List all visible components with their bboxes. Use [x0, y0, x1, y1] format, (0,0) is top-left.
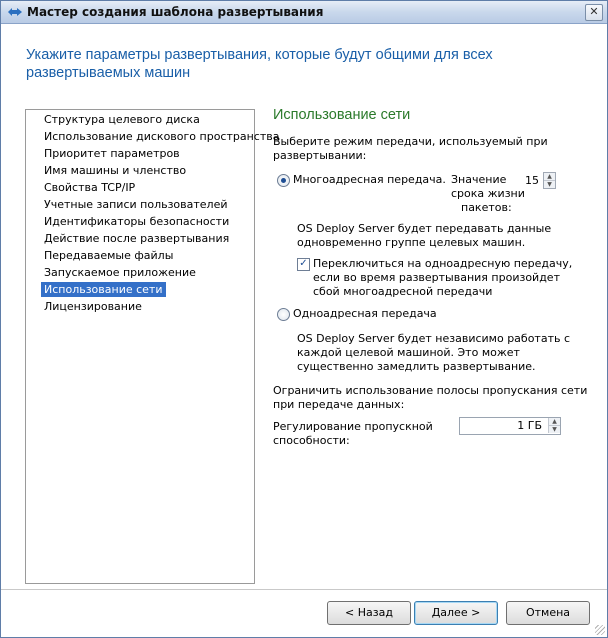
sidebar: Структура целевого диска Использование ди… [25, 109, 279, 584]
bandwidth-label: Регулирование пропускной [273, 420, 433, 433]
page-header: Укажите параметры развертывания, которые… [26, 47, 493, 81]
sidebar-item[interactable]: Лицензирование [41, 299, 145, 314]
next-button[interactable]: Далее > [414, 601, 498, 625]
mode-prompt: Выберите режим передачи, используемый пр… [273, 135, 548, 148]
bandwidth-label-2: способности: [273, 434, 350, 447]
wizard-window: Мастер создания шаблона развертывания ✕ … [0, 0, 608, 638]
sidebar-item[interactable]: Учетные записи пользователей [41, 197, 231, 212]
ttl-label: Значение [451, 173, 507, 186]
app-icon [8, 8, 22, 16]
fallback-label[interactable]: Переключиться на одноадресную передачу, [313, 257, 572, 271]
sidebar-item[interactable]: Имя машины и членство [41, 163, 189, 178]
sidebar-item[interactable]: Использование сети [41, 282, 166, 297]
sidebar-item[interactable]: Идентификаторы безопасности [41, 214, 232, 229]
fallback-label-3: сбой многоадресной передачи [313, 285, 493, 298]
ttl-label-3: пакетов: [461, 201, 512, 214]
footer-divider [1, 589, 607, 590]
multicast-description-cont: одновременно группе целевых машин. [297, 236, 526, 249]
unicast-label[interactable]: Одноадресная передача [293, 307, 437, 321]
sidebar-item[interactable]: Приоритет параметров [41, 146, 183, 161]
multicast-label[interactable]: Многоадресная передача. [293, 173, 446, 187]
ttl-value[interactable]: 15 [521, 174, 539, 187]
stepper-up-icon[interactable]: ▲ [544, 173, 555, 181]
multicast-radio[interactable] [277, 174, 290, 187]
bandwidth-value[interactable]: 1 ГБ [517, 419, 542, 432]
sidebar-item[interactable]: Свойства TCP/IP [41, 180, 138, 195]
stepper-up-icon[interactable]: ▲ [549, 418, 560, 426]
unicast-description-3: существенно замедлить развертывание. [297, 360, 536, 373]
multicast-description: OS Deploy Server будет передавать данные [297, 222, 552, 235]
cancel-button[interactable]: Отмена [506, 601, 590, 625]
stepper-down-icon[interactable]: ▼ [549, 426, 560, 433]
resize-grip-icon[interactable] [595, 625, 605, 635]
fallback-label-2: если во время развертывания произойдет [313, 271, 560, 284]
ttl-label-2: срока жизни [451, 187, 525, 200]
mode-prompt-cont: развертывании: [273, 149, 367, 162]
bandwidth-stepper[interactable]: 1 ГБ ▲ ▼ [459, 417, 561, 435]
window-title: Мастер создания шаблона развертывания [27, 5, 324, 19]
sidebar-item[interactable]: Действие после развертывания [41, 231, 232, 246]
ttl-stepper[interactable]: ▲ ▼ [543, 172, 556, 189]
unicast-radio[interactable] [277, 308, 290, 321]
unicast-description-2: каждой целевой машиной. Это может [297, 346, 520, 359]
sidebar-item[interactable]: Передаваемые файлы [41, 248, 176, 263]
settings-panel: Использование сети Выберите режим переда… [271, 105, 591, 545]
bandwidth-prompt: Ограничить использование полосы пропуска… [273, 384, 588, 397]
stepper-down-icon[interactable]: ▼ [544, 181, 555, 188]
fallback-checkbox[interactable]: ✓ [297, 258, 310, 271]
close-icon[interactable]: ✕ [585, 4, 603, 21]
bandwidth-spin[interactable]: ▲ ▼ [548, 418, 560, 433]
sidebar-item[interactable]: Структура целевого диска [41, 112, 203, 127]
bandwidth-prompt-2: при передаче данных: [273, 398, 405, 411]
section-title: Использование сети [273, 107, 411, 123]
title-bar: Мастер создания шаблона развертывания ✕ [1, 1, 607, 24]
sidebar-item[interactable]: Запускаемое приложение [41, 265, 199, 280]
unicast-description: OS Deploy Server будет независимо работа… [297, 332, 571, 345]
back-button[interactable]: < Назад [327, 601, 411, 625]
sidebar-item[interactable]: Использование дискового пространства [41, 129, 282, 144]
